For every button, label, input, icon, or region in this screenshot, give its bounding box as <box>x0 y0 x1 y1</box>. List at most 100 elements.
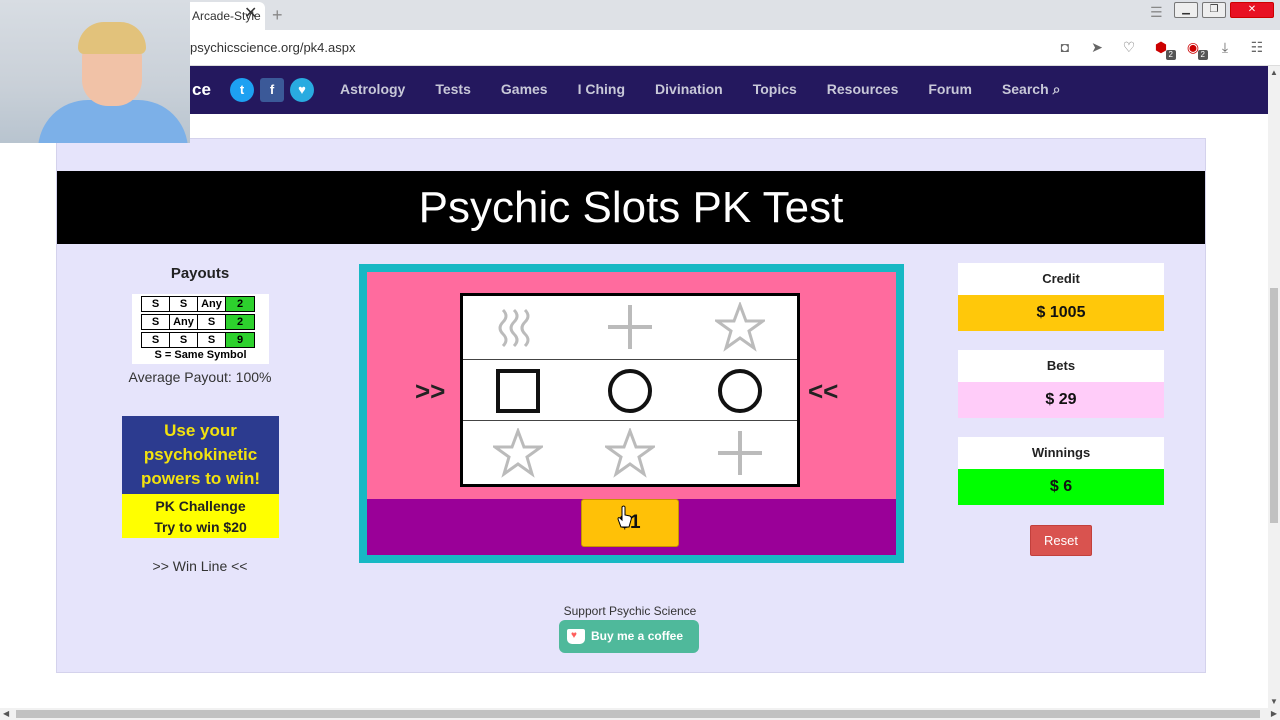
vertical-scrollbar[interactable]: ▲ ▼ <box>1268 66 1280 708</box>
waves-icon <box>498 308 530 348</box>
send-icon[interactable]: ➤ <box>1088 37 1106 57</box>
browser-tabbar: Arcade-Style ✕ + ☰ ▁ ❐ ✕ <box>0 0 1280 30</box>
winnings-panel: Winnings $ 6 <box>958 437 1164 505</box>
win-line-label: >> Win Line << <box>152 558 248 574</box>
hand-cursor-icon <box>617 505 632 528</box>
new-tab-icon[interactable]: + <box>272 6 283 24</box>
payout-cell: S <box>141 332 170 348</box>
ad-line: psychokinetic <box>143 445 258 464</box>
vertical-scroll-thumb[interactable] <box>1270 288 1278 523</box>
plus-icon <box>608 305 652 349</box>
circle-icon <box>608 369 652 413</box>
reel-row-top <box>463 296 797 358</box>
ad-headline: Use your psychokinetic powers to win! <box>122 416 279 494</box>
minimize-icon[interactable]: ▁ <box>1174 2 1198 18</box>
extension-icon[interactable]: ◉ 2 <box>1184 37 1208 60</box>
winnings-label: Winnings <box>958 437 1164 469</box>
payout-table: S S Any 2 S Any S 2 S S S 9 S = Same Sym… <box>132 294 269 364</box>
scroll-right-icon[interactable]: ▶ <box>1271 709 1277 718</box>
reel-row-bottom <box>463 422 797 484</box>
nav-divination[interactable]: Divination <box>655 81 723 98</box>
payouts-title: Payouts <box>170 265 230 282</box>
payout-value: 9 <box>225 332 255 348</box>
average-payout: Average Payout: 100% <box>128 369 272 385</box>
nav-games[interactable]: Games <box>501 81 548 98</box>
credit-label: Credit <box>958 263 1164 295</box>
tab-close-icon[interactable]: ✕ <box>244 6 257 22</box>
bets-label: Bets <box>958 350 1164 382</box>
payout-value: 2 <box>225 314 255 330</box>
winnings-value: $ 6 <box>958 469 1164 505</box>
payout-note: S = Same Symbol <box>154 349 247 361</box>
kofi-icon[interactable]: ♥ <box>290 78 314 102</box>
download-icon[interactable]: ⤓ <box>1216 37 1234 57</box>
ad-line: PK Challenge <box>155 498 246 514</box>
horizontal-scrollbar[interactable]: ◀ ▶ <box>0 708 1280 720</box>
search-icon: ⌕ <box>1052 81 1061 97</box>
nav-forum[interactable]: Forum <box>928 81 972 98</box>
facebook-icon[interactable]: f <box>260 78 284 102</box>
ad-line: Use your <box>164 421 237 440</box>
maximize-icon[interactable]: ❐ <box>1202 2 1226 18</box>
circle-icon <box>718 369 762 413</box>
payout-row: S S S 9 <box>141 332 269 349</box>
horizontal-scroll-thumb[interactable] <box>16 710 1260 718</box>
webcam-overlay <box>0 0 190 143</box>
payout-cell: S <box>169 332 198 348</box>
reels <box>460 293 800 487</box>
screen: Arcade-Style ✕ + ☰ ▁ ❐ ✕ psychicscience.… <box>0 0 1280 720</box>
win-line-arrow-right: << <box>808 376 839 406</box>
page-title: Psychic Slots PK Test <box>57 171 1205 244</box>
coffee-cup-icon: ♥ <box>567 629 585 644</box>
url-field[interactable]: psychicscience.org/pk4.aspx <box>190 40 355 55</box>
nav-iching[interactable]: I Ching <box>578 81 625 98</box>
ad-line: Try to win $20 <box>154 519 247 535</box>
payout-cell: Any <box>169 314 198 330</box>
star-icon <box>605 428 655 478</box>
nav-search-label: Search <box>1001 81 1049 97</box>
pk-challenge-ad[interactable]: Use your psychokinetic powers to win! PK… <box>122 416 279 538</box>
tab-menu-icon[interactable]: ☰ <box>1150 4 1163 21</box>
scroll-up-icon[interactable]: ▲ <box>1270 68 1278 77</box>
ad-subline: PK Challenge Try to win $20 <box>122 494 279 538</box>
social-links: t f ♥ <box>230 78 314 102</box>
toolbar-icons: ◘ ➤ ♡ ⬢ 2 ◉ 2 ⤓ ☷ <box>1056 37 1266 60</box>
star-icon <box>715 302 765 352</box>
payout-cell: Any <box>197 296 226 312</box>
payout-cell: S <box>141 296 170 312</box>
payout-cell: S <box>141 314 170 330</box>
close-window-icon[interactable]: ✕ <box>1230 2 1274 18</box>
heart-icon[interactable]: ♡ <box>1120 37 1138 57</box>
nav-search[interactable]: Search ⌕ <box>1002 81 1061 98</box>
nav-astrology[interactable]: Astrology <box>340 81 405 98</box>
address-bar: psychicscience.org/pk4.aspx ◘ ➤ ♡ ⬢ 2 ◉ 2 … <box>0 30 1280 66</box>
nav-topics[interactable]: Topics <box>753 81 797 98</box>
credit-panel: Credit $ 1005 <box>958 263 1164 331</box>
star-icon <box>493 428 543 478</box>
win-line-arrow-left: >> <box>415 376 446 406</box>
adblock-icon[interactable]: ⬢ 2 <box>1152 37 1176 60</box>
credit-value: $ 1005 <box>958 295 1164 331</box>
reel-row-win-line <box>463 359 797 421</box>
buy-me-a-coffee-button[interactable]: ♥ Buy me a coffee <box>559 620 699 653</box>
window-controls: ▁ ❐ ✕ <box>1174 2 1274 18</box>
bets-value: $ 29 <box>958 382 1164 418</box>
payout-row: S Any S 2 <box>141 314 269 331</box>
scroll-left-icon[interactable]: ◀ <box>3 709 9 718</box>
payout-value: 2 <box>225 296 255 312</box>
reset-button[interactable]: Reset <box>1030 525 1092 556</box>
payout-row: S S Any 2 <box>141 296 269 313</box>
ad-line: powers to win! <box>141 469 260 488</box>
payout-cell: S <box>197 332 226 348</box>
settings-icon[interactable]: ☷ <box>1248 37 1266 57</box>
nav-resources[interactable]: Resources <box>827 81 899 98</box>
scroll-down-icon[interactable]: ▼ <box>1270 697 1278 706</box>
twitter-icon[interactable]: t <box>230 78 254 102</box>
site-brand[interactable]: ce <box>192 80 211 100</box>
nav-items: Astrology Tests Games I Ching Divination… <box>340 81 1090 98</box>
coffee-button-label: Buy me a coffee <box>591 629 684 643</box>
site-nav: ce t f ♥ Astrology Tests Games I Ching D… <box>0 66 1268 114</box>
bets-panel: Bets $ 29 <box>958 350 1164 418</box>
camera-icon[interactable]: ◘ <box>1056 37 1074 57</box>
nav-tests[interactable]: Tests <box>435 81 471 98</box>
